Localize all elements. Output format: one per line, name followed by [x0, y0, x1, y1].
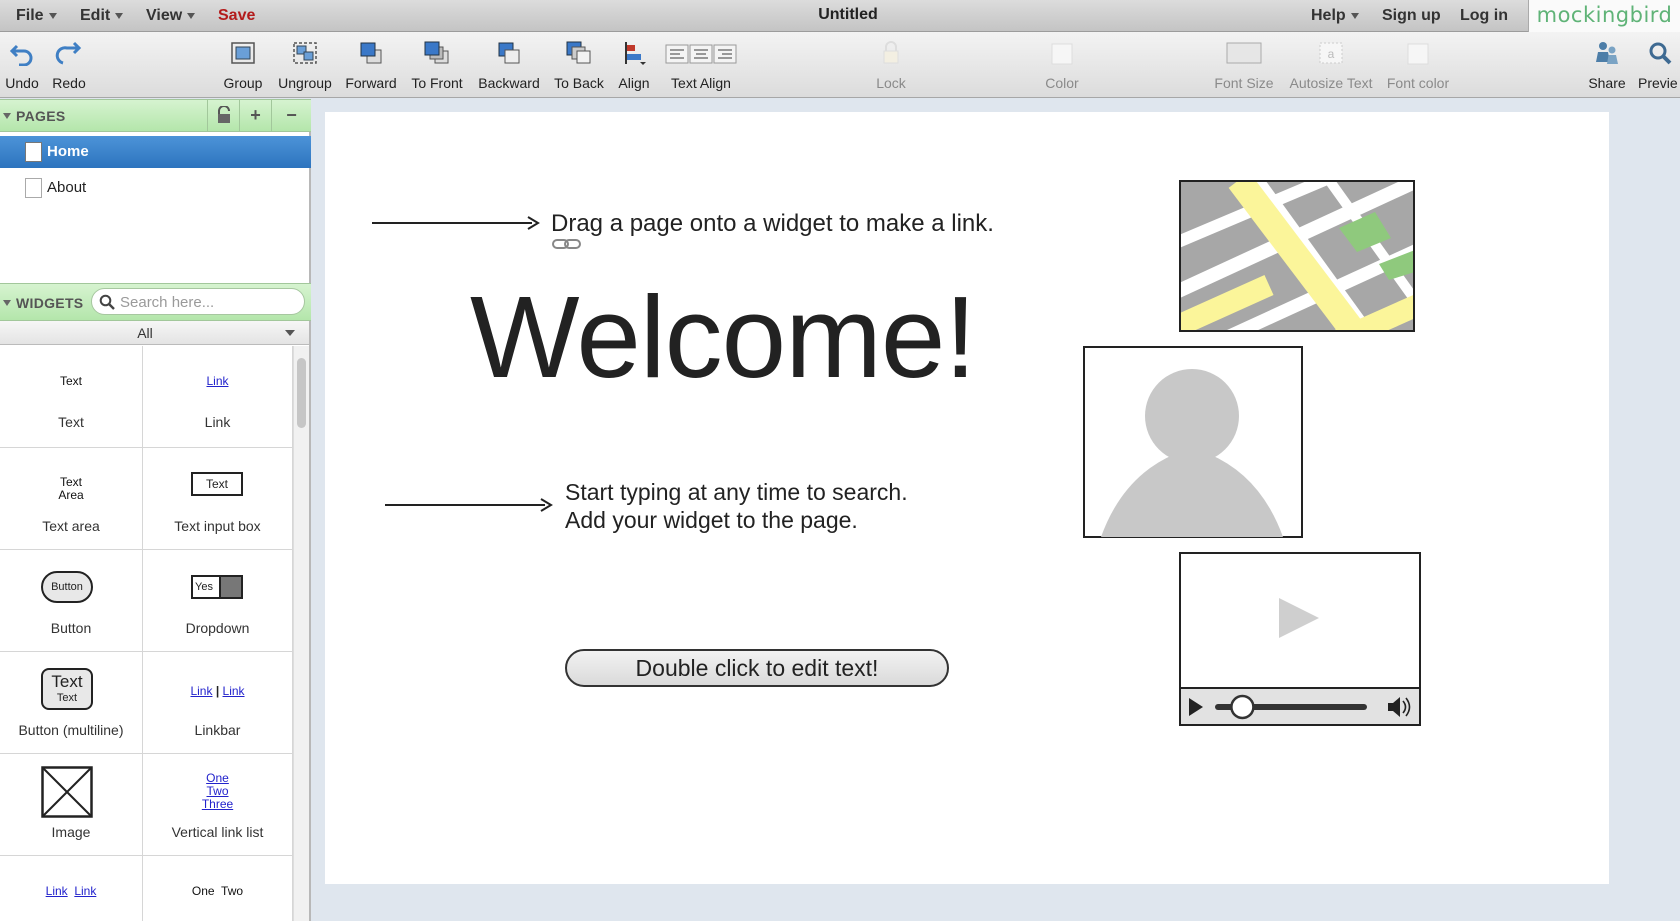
- undo-icon: [9, 44, 33, 66]
- page-item-home[interactable]: Home: [0, 136, 311, 168]
- backward-button[interactable]: Backward: [476, 32, 542, 98]
- widget-horizontal-links[interactable]: Link Link: [0, 856, 143, 921]
- brand-logo: mockingbird: [1528, 0, 1680, 32]
- horizontal-links-preview: Link Link: [45, 884, 97, 898]
- arrow-right-icon: [372, 216, 540, 230]
- ungroup-button[interactable]: Ungroup: [274, 32, 336, 98]
- svg-text:a: a: [1328, 47, 1335, 61]
- forward-button[interactable]: Forward: [342, 32, 400, 98]
- multiline-button-preview: Text Text: [41, 668, 93, 710]
- design-canvas[interactable]: Drag a page onto a widget to make a link…: [325, 112, 1609, 884]
- drag-hint-text[interactable]: Drag a page onto a widget to make a link…: [551, 210, 994, 238]
- page-icon: [25, 178, 42, 198]
- to-back-icon: [566, 41, 591, 64]
- edit-text-button[interactable]: Double click to edit text!: [565, 649, 949, 687]
- remove-page-button[interactable]: −: [271, 100, 311, 132]
- collapse-triangle-icon: [3, 300, 11, 306]
- dropdown-preview: Yes: [191, 575, 243, 599]
- unlock-icon: [217, 105, 230, 123]
- vertical-link-list-preview: One Two Three: [201, 771, 234, 811]
- font-size-field-icon: [1226, 42, 1262, 64]
- login-link[interactable]: Log in: [1460, 7, 1508, 25]
- backward-icon: [498, 42, 520, 64]
- text-align-icon[interactable]: [665, 44, 737, 64]
- widget-button-multiline[interactable]: Text Text Button (multiline): [0, 652, 143, 754]
- widget-filter-dropdown[interactable]: All: [0, 321, 309, 345]
- widget-button[interactable]: Button Button: [0, 550, 143, 652]
- widget-linkbar[interactable]: Link | Link Linkbar: [143, 652, 293, 754]
- widget-text[interactable]: Text Text: [0, 346, 143, 448]
- to-front-button[interactable]: To Front: [408, 32, 466, 98]
- redo-icon: [55, 41, 82, 65]
- ungroup-icon: [293, 42, 317, 64]
- redo-button[interactable]: Redo: [47, 32, 91, 98]
- widget-text-area[interactable]: Text Area Text area: [0, 448, 143, 550]
- widget-search-box: [91, 288, 305, 315]
- group-button[interactable]: Group: [218, 32, 268, 98]
- page-lock-button[interactable]: [207, 100, 239, 132]
- widget-dropdown[interactable]: Yes Dropdown: [143, 550, 293, 652]
- menubar: File Edit View Save Untitled Help Sign u…: [0, 0, 1680, 32]
- minus-icon: −: [286, 105, 297, 125]
- widget-grid: Text Text Link Link Text Area Text area T…: [0, 346, 293, 921]
- autosize-text-icon: a: [1319, 42, 1343, 64]
- font-color-swatch-icon: [1407, 43, 1429, 65]
- to-back-button[interactable]: To Back: [552, 32, 606, 98]
- share-people-icon: [1596, 42, 1618, 64]
- preview-button[interactable]: Previe: [1636, 32, 1680, 98]
- video-scrubber-knob: [1230, 694, 1255, 720]
- video-player-widget[interactable]: [1179, 552, 1421, 726]
- color-swatch-icon: [1051, 43, 1073, 65]
- chain-link-icon: [552, 239, 581, 249]
- arrow-right-icon: [385, 498, 553, 512]
- widget-vertical-link-list[interactable]: One Two Three Vertical link list: [143, 754, 293, 856]
- widget-search-input[interactable]: [120, 292, 300, 312]
- font-size-button[interactable]: Font Size: [1212, 32, 1276, 98]
- lock-button[interactable]: Lock: [870, 32, 912, 98]
- text-align-group: Text Align: [662, 32, 740, 98]
- widget-image[interactable]: Image: [0, 754, 143, 856]
- color-button[interactable]: Color: [1040, 32, 1084, 98]
- help-menu[interactable]: Help: [1311, 7, 1359, 25]
- widgets-header[interactable]: WIDGETS: [0, 283, 311, 321]
- search-hint-text[interactable]: Start typing at any time to search. Add y…: [565, 478, 908, 534]
- group-icon: [231, 42, 255, 64]
- widget-scrollbar[interactable]: [293, 346, 309, 921]
- pages-header[interactable]: PAGES + −: [0, 99, 311, 132]
- widget-tabs[interactable]: One Two: [143, 856, 293, 921]
- scrollbar-thumb[interactable]: [297, 358, 306, 428]
- align-button[interactable]: Align: [614, 32, 654, 98]
- align-icon: [625, 42, 646, 65]
- widget-text-input-box[interactable]: Text Text input box: [143, 448, 293, 550]
- left-panel: PAGES + − Home About WIDGETS All Text Te…: [0, 99, 311, 921]
- toolbar: Undo Redo Group Ungroup Forward To Front…: [0, 32, 1680, 98]
- button-preview: Button: [41, 571, 93, 603]
- signup-link[interactable]: Sign up: [1382, 7, 1441, 25]
- search-icon: [99, 294, 115, 310]
- chevron-down-icon: [285, 330, 295, 336]
- profile-image-widget[interactable]: [1083, 346, 1303, 538]
- page-item-about[interactable]: About: [0, 172, 311, 204]
- lock-icon: [883, 41, 899, 64]
- widget-link[interactable]: Link Link: [143, 346, 293, 448]
- share-button[interactable]: Share: [1584, 32, 1630, 98]
- welcome-heading[interactable]: Welcome!: [470, 270, 977, 404]
- stepper-icon: [219, 577, 241, 597]
- add-page-button[interactable]: +: [239, 100, 271, 132]
- forward-icon: [360, 42, 382, 64]
- magnifier-icon: [1649, 42, 1672, 65]
- plus-icon: +: [250, 105, 261, 125]
- font-color-button[interactable]: Font color: [1384, 32, 1452, 98]
- linkbar-preview: Link | Link: [190, 684, 245, 698]
- undo-button[interactable]: Undo: [0, 32, 44, 98]
- autosize-text-button[interactable]: a Autosize Text: [1284, 32, 1378, 98]
- collapse-triangle-icon: [3, 113, 11, 119]
- text-area-preview: Text Area: [58, 475, 84, 502]
- text-input-preview: Text: [191, 472, 243, 496]
- chevron-down-icon: [1350, 12, 1359, 19]
- to-front-icon: [424, 41, 449, 64]
- page-icon: [25, 142, 42, 162]
- map-widget[interactable]: [1179, 180, 1415, 332]
- image-placeholder-icon: [41, 766, 93, 818]
